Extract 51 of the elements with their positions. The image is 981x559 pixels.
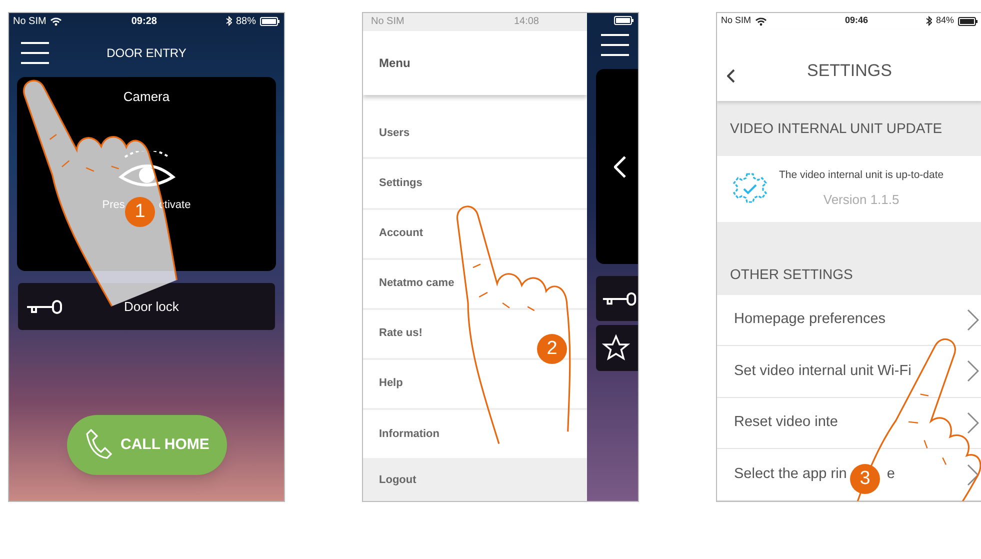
- camera-hint-text: Pres: [102, 198, 125, 212]
- time-text: 09:46: [844, 14, 868, 28]
- menu-item[interactable]: Help: [363, 360, 587, 410]
- menu-item[interactable]: Netatmo came: [363, 260, 587, 310]
- settings-row-label: Homepage preferences: [734, 310, 886, 329]
- gear-check-icon: [733, 172, 767, 206]
- camera-title: Camera: [123, 88, 170, 106]
- chevron-left-icon: [614, 156, 626, 178]
- back-icon[interactable]: [727, 69, 735, 83]
- favourite-button[interactable]: [596, 325, 638, 371]
- carrier-text: No SIM: [721, 14, 752, 28]
- menu-header: Menu: [363, 30, 587, 96]
- screen-title: DOOR ENTRY: [106, 45, 186, 62]
- version-text: Version 1.1.5: [823, 190, 900, 209]
- bluetooth-icon: [926, 16, 932, 26]
- screen-title: SETTINGS: [806, 60, 892, 82]
- menu-icon[interactable]: [600, 33, 630, 57]
- wifi-icon: [755, 16, 768, 26]
- carrier-text: No SIM: [371, 15, 404, 30]
- chevron-right-icon: [967, 464, 979, 486]
- section-heading: VIDEO INTERNAL UNIT UPDATE: [730, 118, 942, 138]
- time-text: 14:08: [514, 15, 539, 30]
- settings-row-label: Reset video inte: [734, 413, 838, 432]
- settings-row[interactable]: Reset video inte: [717, 398, 981, 450]
- settings-row[interactable]: Homepage preferences: [717, 294, 981, 346]
- time-text: 09:28: [131, 14, 157, 28]
- key-icon: [602, 290, 638, 306]
- wifi-icon: [50, 16, 62, 26]
- chevron-right-icon: [967, 360, 979, 382]
- door-lock-button[interactable]: Door lock: [18, 283, 275, 330]
- battery-icon: [260, 16, 280, 26]
- section-heading: OTHER SETTINGS: [730, 264, 853, 284]
- key-icon: [26, 298, 64, 314]
- door-lock-button[interactable]: [596, 276, 638, 321]
- chevron-right-icon: [967, 412, 979, 434]
- battery-icon: [958, 16, 978, 26]
- battery-text: 88%: [236, 14, 256, 28]
- battery-icon: [614, 16, 634, 25]
- settings-row[interactable]: Set video internal unit Wi-Fi: [717, 346, 981, 398]
- settings-row-label: Set video internal unit Wi-Fi: [734, 362, 912, 381]
- carrier-text: No SIM: [13, 14, 46, 28]
- phone-icon: [84, 428, 112, 462]
- battery-text: 84%: [936, 14, 954, 28]
- settings-row-label: Select the app rin: [734, 464, 847, 484]
- bluetooth-icon: [226, 16, 232, 26]
- menu-item[interactable]: Account: [363, 210, 587, 260]
- settings-row-label: e: [886, 464, 895, 484]
- star-icon: [602, 334, 630, 362]
- update-status-text: The video internal unit is up-to-date: [779, 168, 944, 184]
- menu-icon[interactable]: [20, 41, 50, 65]
- chevron-right-icon: [967, 308, 979, 331]
